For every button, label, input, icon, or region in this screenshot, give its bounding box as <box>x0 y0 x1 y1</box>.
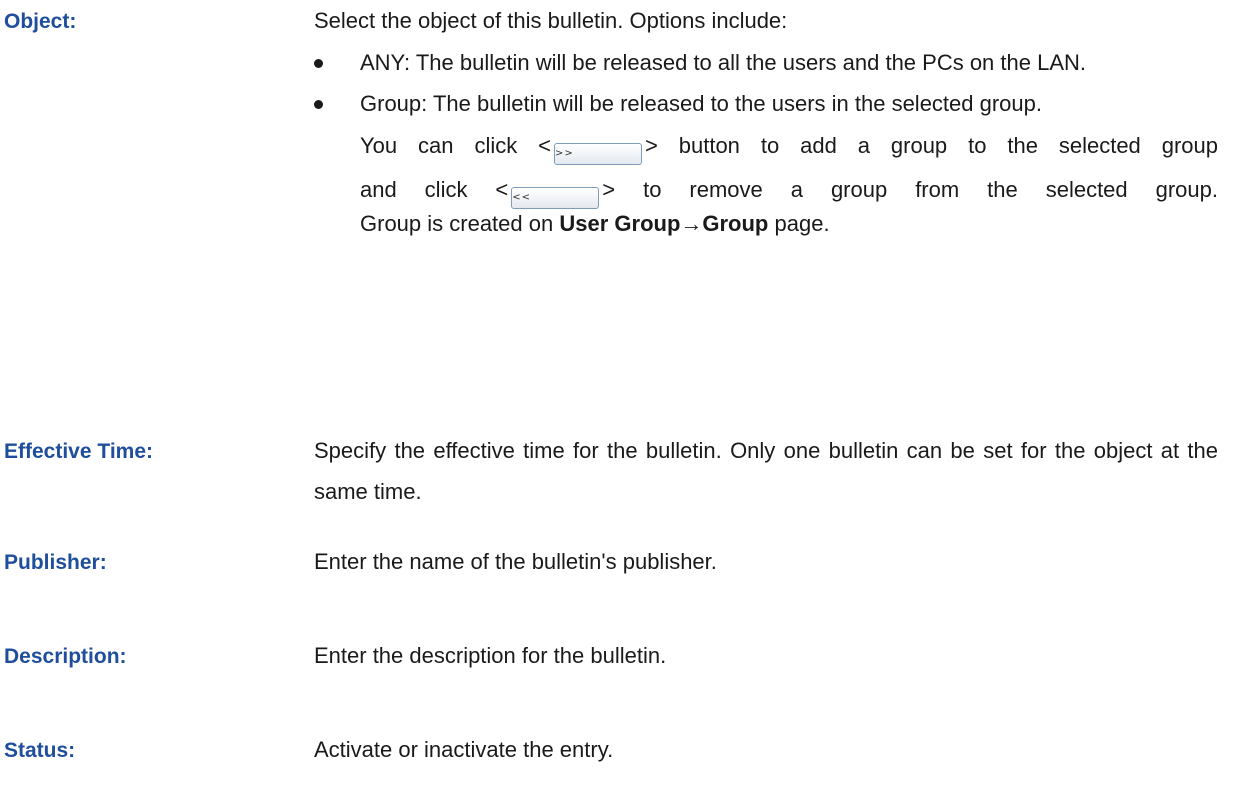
bullet-dot-icon <box>314 100 323 109</box>
object-intro: Select the object of this bulletin. Opti… <box>314 8 788 33</box>
add-group-suffix: > button to add a group to the selected … <box>644 133 1218 158</box>
group-page-path: User Group→Group <box>559 211 769 236</box>
object-term: Object: <box>4 10 77 33</box>
publisher-description: Enter the name of the bulletin's publish… <box>314 549 717 574</box>
option-group: Group: The bulletin will be released to … <box>314 88 1218 119</box>
group-instructions: You can click < >> > button to add a group… <box>314 125 1218 239</box>
object-options-list: ANY: The bulletin will be released to al… <box>314 47 1218 119</box>
group-created-suffix: page. <box>774 211 830 236</box>
status-term: Status: <box>4 739 76 762</box>
bullet-dot-icon <box>314 59 323 68</box>
remove-group-suffix: > to remove a group from the selected gr… <box>602 177 1219 202</box>
add-group-prefix: You can click < <box>360 133 551 158</box>
remove-group-button: << <box>511 187 600 209</box>
remove-group-line: and click < << > to remove a group from th… <box>360 174 1218 209</box>
description-description: Enter the description for the bulletin. <box>314 643 667 668</box>
publisher-term: Publisher: <box>4 551 107 574</box>
option-group-text: Group: The bulletin will be released to … <box>360 91 1042 116</box>
group-created-line: Group is created on User Group→Group pag… <box>360 209 1218 239</box>
group-created-prefix: Group is created on <box>360 211 554 236</box>
add-group-line: You can click < >> > button to add a group… <box>360 125 1218 166</box>
status-description: Activate or inactivate the entry. <box>314 737 614 762</box>
add-group-button: >> <box>553 143 642 165</box>
option-any-text: ANY: The bulletin will be released to al… <box>360 50 1087 75</box>
remove-group-prefix: and click < <box>360 177 509 202</box>
effective-time-term: Effective Time: <box>4 440 153 463</box>
effective-time-description: Specify the effective time for the bulle… <box>314 438 1218 504</box>
option-any: ANY: The bulletin will be released to al… <box>314 47 1218 78</box>
description-term: Description: <box>4 645 127 668</box>
object-description: Select the object of this bulletin. Opti… <box>314 0 1218 239</box>
